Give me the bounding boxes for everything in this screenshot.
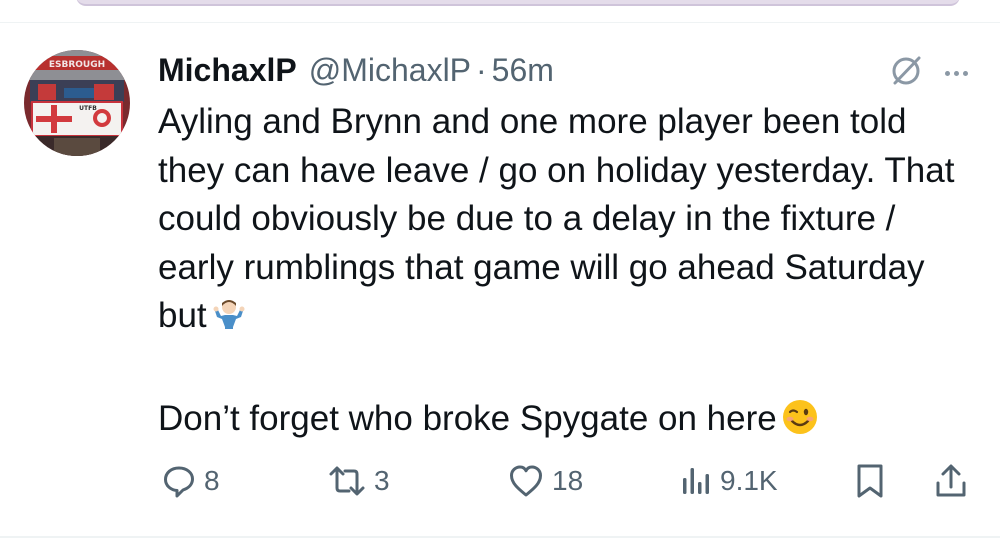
share-button[interactable] [934, 458, 968, 504]
retweet-icon [328, 464, 366, 498]
tweet-action-bar: 8 3 18 9.1K [158, 458, 978, 504]
divider [0, 22, 1000, 23]
divider [0, 536, 1000, 538]
tweet-text-second: Don’t forget who broke Spygate on here [158, 399, 777, 438]
avatar-sign-text: ESBROUGH [49, 60, 105, 70]
views-icon [678, 464, 712, 498]
retweet-count: 3 [374, 465, 390, 496]
user-handle[interactable]: @MichaxlP [309, 50, 471, 90]
timestamp[interactable]: 56m [492, 50, 554, 90]
avatar-image: ESBROUGH UTFB [24, 50, 130, 156]
tweet-text-main: Ayling and Brynn and one more player bee… [158, 102, 965, 335]
bookmark-icon [854, 463, 886, 499]
tweet-header: MichaxlP @MichaxlP · 56m [158, 50, 978, 90]
like-count: 18 [552, 465, 584, 496]
reply-button[interactable]: 8 [162, 458, 220, 504]
views-button[interactable]: 9.1K [678, 458, 778, 504]
views-count: 9.1K [720, 465, 778, 496]
tweet-text: Ayling and Brynn and one more player bee… [158, 98, 978, 450]
reply-icon [162, 464, 196, 498]
shrug-emoji-icon [211, 297, 247, 347]
share-icon [934, 463, 968, 499]
like-icon [508, 464, 544, 498]
display-name[interactable]: MichaxlP [158, 50, 297, 90]
avatar[interactable]: ESBROUGH UTFB [24, 50, 130, 156]
avatar-flag-text: UTFB [79, 105, 97, 112]
retweet-button[interactable]: 3 [328, 458, 390, 504]
previous-tweet-edge [76, 0, 960, 6]
like-button[interactable]: 18 [508, 458, 583, 504]
tweet[interactable]: MichaxlP @MichaxlP · 56m Ayling and Bryn… [158, 50, 978, 450]
grok-icon[interactable] [889, 54, 923, 93]
tweet-screen: ESBROUGH UTFB MichaxlP @MichaxlP · 56m A… [0, 0, 1000, 544]
more-icon[interactable] [945, 59, 968, 89]
header-actions [889, 54, 968, 93]
wink-emoji-icon [781, 398, 819, 450]
separator: · [476, 52, 487, 88]
bookmark-button[interactable] [854, 458, 886, 504]
reply-count: 8 [204, 465, 220, 496]
